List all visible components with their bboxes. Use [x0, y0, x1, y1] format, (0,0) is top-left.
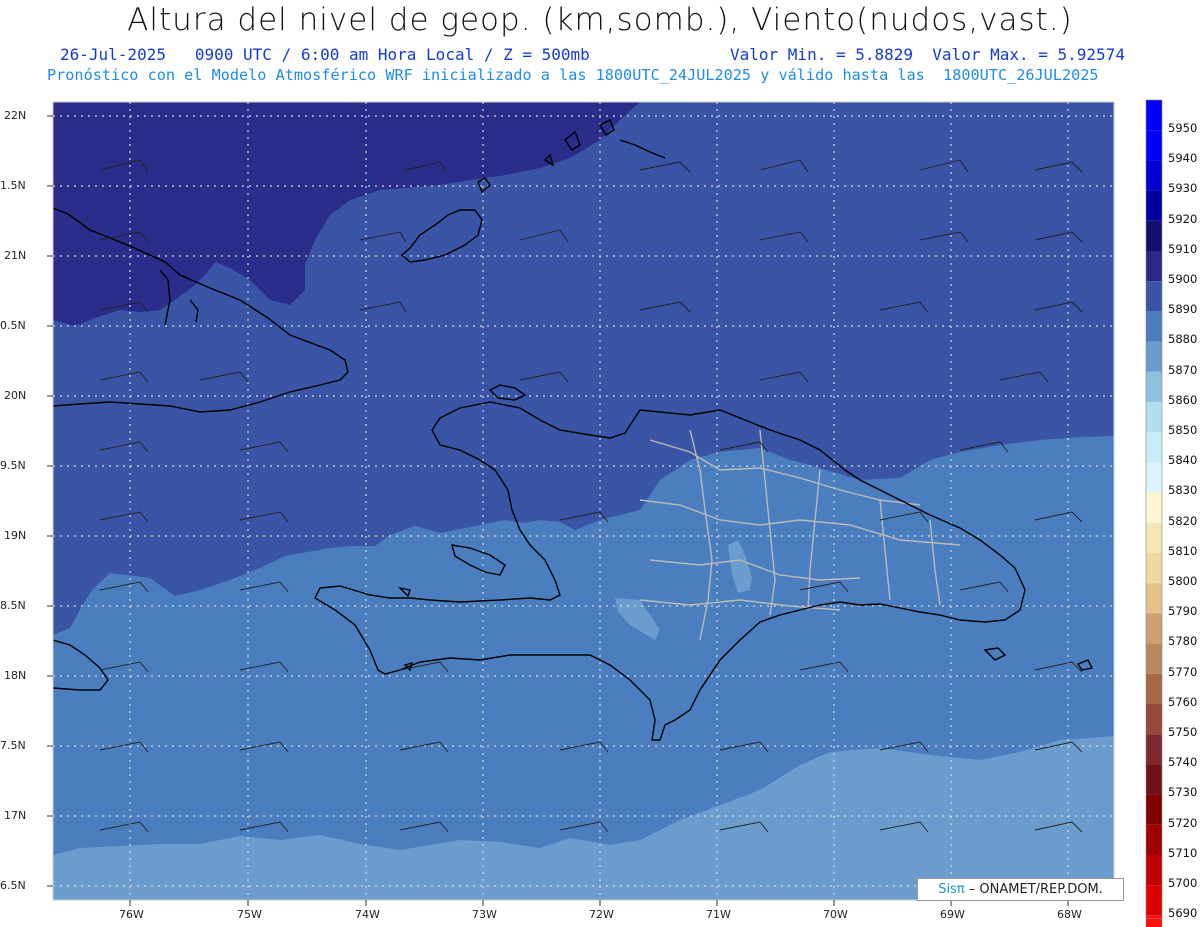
colorbar-label: 5820 [1168, 513, 1198, 528]
colorbar-label: 5760 [1168, 694, 1198, 709]
lat-label: 8.5N [0, 599, 26, 612]
lat-label: 18N [4, 669, 27, 682]
colorbar-label: 5860 [1168, 392, 1198, 407]
colorbar-label: 5830 [1168, 483, 1198, 498]
lat-label: 22N [4, 109, 27, 122]
colorbar-segment [1146, 190, 1162, 221]
colorbar-label: 5740 [1168, 755, 1198, 770]
colorbar-label: 5850 [1168, 423, 1198, 437]
colorbar-segment [1146, 553, 1162, 584]
colorbar-segment [1146, 583, 1162, 614]
colorbar-label: 5810 [1168, 543, 1198, 558]
weather-map [47, 99, 1163, 927]
colorbar-label: 5750 [1168, 725, 1198, 739]
colorbar-label: 5950 [1168, 121, 1198, 135]
colorbar-label: 5930 [1168, 181, 1198, 196]
colorbar-segment [1146, 402, 1162, 433]
colorbar-segment [1146, 673, 1162, 704]
credit-box: Sisπ – ONAMET/REP.DOM. [917, 878, 1124, 901]
colorbar-segment [1146, 371, 1162, 402]
colorbar-segment [1146, 341, 1162, 372]
colorbar-segment [1146, 824, 1162, 855]
colorbar-label: 5940 [1168, 151, 1198, 166]
credit-org: – ONAMET/REP.DOM. [964, 882, 1103, 897]
colorbar-segment [1146, 160, 1162, 191]
colorbar-label: 5700 [1168, 876, 1198, 890]
colorbar-segment [1146, 643, 1162, 674]
colorbar-label: 5790 [1168, 604, 1198, 619]
colorbar-segment [1146, 885, 1162, 916]
colorbar-segment [1146, 704, 1162, 735]
colorbar-segment [1146, 855, 1162, 886]
colorbar-label: 5920 [1168, 211, 1198, 226]
colorbar-segment [1146, 220, 1162, 251]
lon-label: 71W [706, 908, 731, 921]
colorbar-segment [1146, 522, 1162, 553]
colorbar-label: 5890 [1168, 302, 1198, 317]
colorbar-segment [1146, 794, 1162, 825]
colorbar-segment [1146, 734, 1162, 765]
colorbar-label: 5840 [1168, 453, 1198, 468]
colorbar-label: 5910 [1168, 241, 1198, 256]
lon-label: 69W [940, 908, 965, 921]
colorbar [1145, 99, 1163, 927]
colorbar-label: 5800 [1168, 574, 1198, 588]
lon-label: 70W [823, 908, 848, 921]
colorbar-label: 5690 [1168, 906, 1198, 921]
lat-label: 21N [4, 249, 27, 262]
lat-label: 17N [4, 809, 27, 822]
colorbar-label: 5720 [1168, 815, 1198, 830]
lat-label: 6.5N [0, 879, 26, 892]
colorbar-segment [1146, 492, 1162, 523]
lat-label: 19N [4, 529, 27, 542]
lat-label: 9.5N [0, 459, 26, 472]
colorbar-segment [1146, 462, 1162, 493]
colorbar-label: 5770 [1168, 664, 1198, 679]
lon-label: 68W [1057, 908, 1082, 921]
colorbar-segment [1146, 764, 1162, 795]
colorbar-label: 5870 [1168, 362, 1198, 377]
colorbar-segment [1146, 130, 1162, 161]
colorbar-segment [1146, 915, 1162, 927]
colorbar-segment [1146, 100, 1162, 131]
lon-label: 72W [589, 908, 614, 921]
colorbar-label: 5710 [1168, 845, 1198, 860]
lat-label: 7.5N [0, 739, 26, 752]
colorbar-label: 5880 [1168, 332, 1198, 347]
colorbar-label: 5780 [1168, 634, 1198, 649]
lat-label: 1.5N [0, 179, 26, 192]
colorbar-segment [1146, 311, 1162, 342]
lon-label: 73W [472, 908, 497, 921]
colorbar-segment [1146, 251, 1162, 282]
lat-label: 20N [4, 389, 27, 402]
lon-label: 76W [119, 908, 144, 921]
colorbar-segment [1146, 432, 1162, 463]
map-field [53, 102, 1114, 900]
lon-label: 75W [237, 908, 262, 921]
lat-label: 0.5N [0, 319, 26, 332]
colorbar-segment [1146, 281, 1162, 312]
lon-label: 74W [355, 908, 380, 921]
colorbar-label: 5900 [1168, 272, 1198, 286]
colorbar-segment [1146, 613, 1162, 644]
colorbar-label: 5730 [1168, 785, 1198, 800]
sis-logo-text: Sisπ [938, 882, 965, 897]
